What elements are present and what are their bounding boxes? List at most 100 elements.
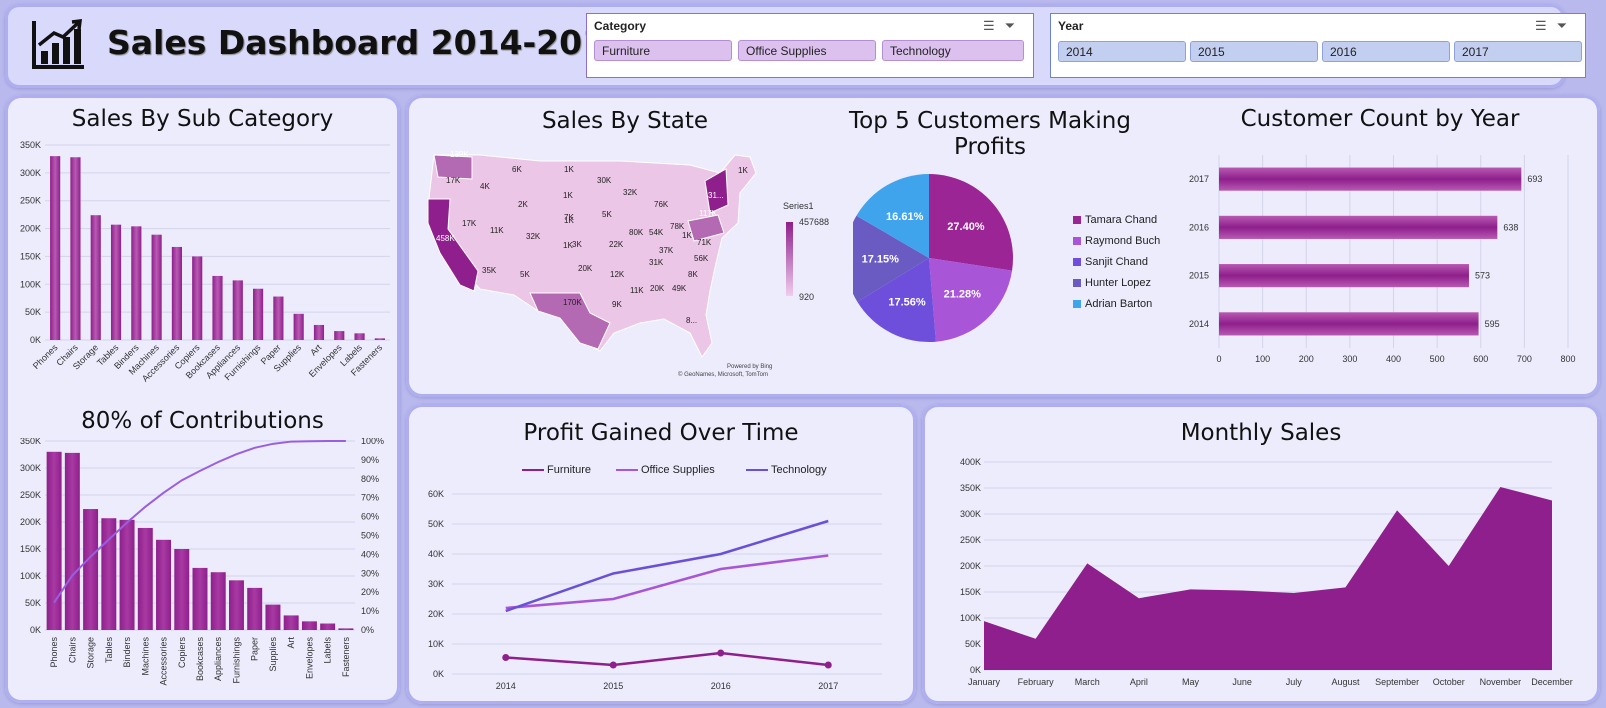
customer-bar-2017 [1219, 167, 1522, 191]
y-tick-label: 2017 [1189, 174, 1209, 184]
x-tick-label: 300 [1342, 354, 1357, 364]
year-button-2017[interactable]: 2017 [1454, 41, 1582, 62]
pie-legend-item: Sanjit Chand [1073, 256, 1148, 268]
customer-bar-2015 [1219, 264, 1469, 288]
pareto-bar-storage [83, 509, 99, 630]
state-label: 12K [610, 270, 625, 279]
legend-swatch [1073, 216, 1081, 225]
pie-legend-label: Raymond Buch [1085, 235, 1161, 247]
x-tick-label: 2014 [496, 681, 516, 691]
pie-legend-label: Hunter Lopez [1085, 277, 1152, 289]
x-tick-label: July [1286, 677, 1303, 687]
bar-chairs [70, 157, 81, 340]
multi-select-icon[interactable]: ☰ [983, 18, 1005, 33]
category-button-office-supplies[interactable]: Office Supplies [738, 40, 876, 61]
pareto-chart: 0K 50K 100K 150K 200K 250K 300K 350K 0% 10% 20% 30%… [20, 438, 384, 686]
x-tick-label: Supplies [268, 637, 278, 672]
pareto-bar-copiers [174, 549, 190, 630]
state-label: 31... [708, 191, 724, 200]
map-legend-label: Series1 [783, 201, 814, 211]
clear-filter-icon[interactable]: ⏷ [1005, 18, 1025, 33]
x-tick-label: 2017 [818, 681, 838, 691]
x-tick-label: 700 [1517, 354, 1532, 364]
furniture-point [717, 649, 725, 657]
year-button-2016[interactable]: 2016 [1322, 41, 1450, 62]
x-tick-label: August [1331, 677, 1360, 687]
y-tick-label: 300K [20, 168, 41, 178]
pie-legend-label: Adrian Barton [1085, 298, 1153, 310]
legend-line-swatch [616, 469, 638, 472]
pie-data-label: 16.61% [886, 211, 924, 223]
state-label: 20K [650, 284, 665, 293]
multi-select-icon[interactable]: ☰ [1535, 18, 1557, 33]
state-label: 71K [697, 238, 712, 247]
y-tick-label: 50K [25, 307, 41, 317]
profit-legend-label: Furniture [547, 464, 592, 476]
y-tick-label: 250K [20, 490, 41, 500]
y-tick-label: 200K [960, 561, 981, 571]
x-tick-label: Storage [86, 637, 96, 669]
bar-supplies [293, 313, 304, 340]
state-label: 37K [659, 246, 674, 255]
x-tick-label: 2016 [711, 681, 731, 691]
y-tick-label: 350K [20, 438, 41, 446]
bar-binders [131, 226, 142, 340]
year-button-2014[interactable]: 2014 [1058, 41, 1186, 62]
x-tick-label: 100 [1255, 354, 1270, 364]
category-slicer: Category ☰⏷ Furniture Office Supplies Te… [586, 13, 1034, 78]
y2-tick-label: 30% [361, 568, 379, 578]
y2-tick-label: 50% [361, 531, 379, 541]
data-label: 595 [1485, 319, 1500, 329]
pie-legend-label: Tamara Chand [1085, 214, 1158, 226]
x-tick-label: Art [308, 342, 324, 358]
data-label: 573 [1475, 271, 1490, 281]
x-tick-label: June [1232, 677, 1252, 687]
x-tick-label: Copiers [177, 637, 187, 669]
category-slicer-label: Category [594, 19, 647, 33]
y2-tick-label: 90% [361, 455, 379, 465]
y-tick-label: 30K [428, 579, 444, 589]
category-button-furniture[interactable]: Furniture [594, 40, 732, 61]
x-tick-label: Tables [104, 637, 114, 664]
y-tick-label: 150K [20, 251, 41, 261]
pareto-bar-machines [137, 527, 153, 630]
pareto-chart-title: 80% of Contributions [81, 408, 324, 434]
state-label: 9K [612, 300, 622, 309]
pie-data-label: 27.40% [947, 221, 985, 233]
year-button-2015[interactable]: 2015 [1190, 41, 1318, 62]
legend-swatch [1073, 300, 1081, 309]
y-tick-label: 10K [428, 639, 444, 649]
category-button-technology[interactable]: Technology [882, 40, 1024, 61]
bar-appliances [232, 280, 243, 340]
pareto-bar-fasteners [338, 628, 354, 630]
x-tick-label: April [1130, 677, 1148, 687]
legend-swatch [1073, 258, 1081, 267]
y-tick-label: 250K [960, 535, 981, 545]
pareto-bar-accessories [156, 539, 172, 630]
profit-legend-label: Technology [771, 464, 827, 476]
pie-data-label: 17.56% [888, 296, 926, 308]
state-label: 80K [629, 228, 644, 237]
profit-legend-item: Office Supplies [616, 464, 715, 476]
x-tick-label: Fasteners [341, 637, 351, 678]
x-tick-label: 0 [1216, 354, 1221, 364]
map-credit-line2: © GeoNames, Microsoft, TomTom [678, 372, 768, 378]
y-tick-label: 400K [960, 457, 981, 467]
y-tick-label: 350K [960, 483, 981, 493]
y2-tick-label: 10% [361, 606, 379, 616]
pie-legend-item: Raymond Buch [1073, 235, 1160, 247]
x-tick-label: Phones [49, 637, 59, 668]
furniture-point [502, 654, 510, 661]
x-tick-label: Chairs [67, 637, 77, 664]
x-tick-label: 2015 [603, 681, 623, 691]
bar-paper [273, 296, 284, 340]
state-label: 11K [630, 286, 644, 295]
state-label-northeast: 1K [738, 166, 748, 175]
state-label: 1K [682, 231, 692, 240]
state-label: 22K [609, 240, 624, 249]
clear-filter-icon[interactable]: ⏷ [1557, 18, 1577, 33]
x-tick-label: 400 [1386, 354, 1401, 364]
map-title: Sales By State [541, 108, 709, 134]
top-customers-pie: 27.40% 21.28% 17.56% 17.15% 16.61% [853, 174, 1013, 342]
pareto-bar-supplies [265, 604, 281, 630]
